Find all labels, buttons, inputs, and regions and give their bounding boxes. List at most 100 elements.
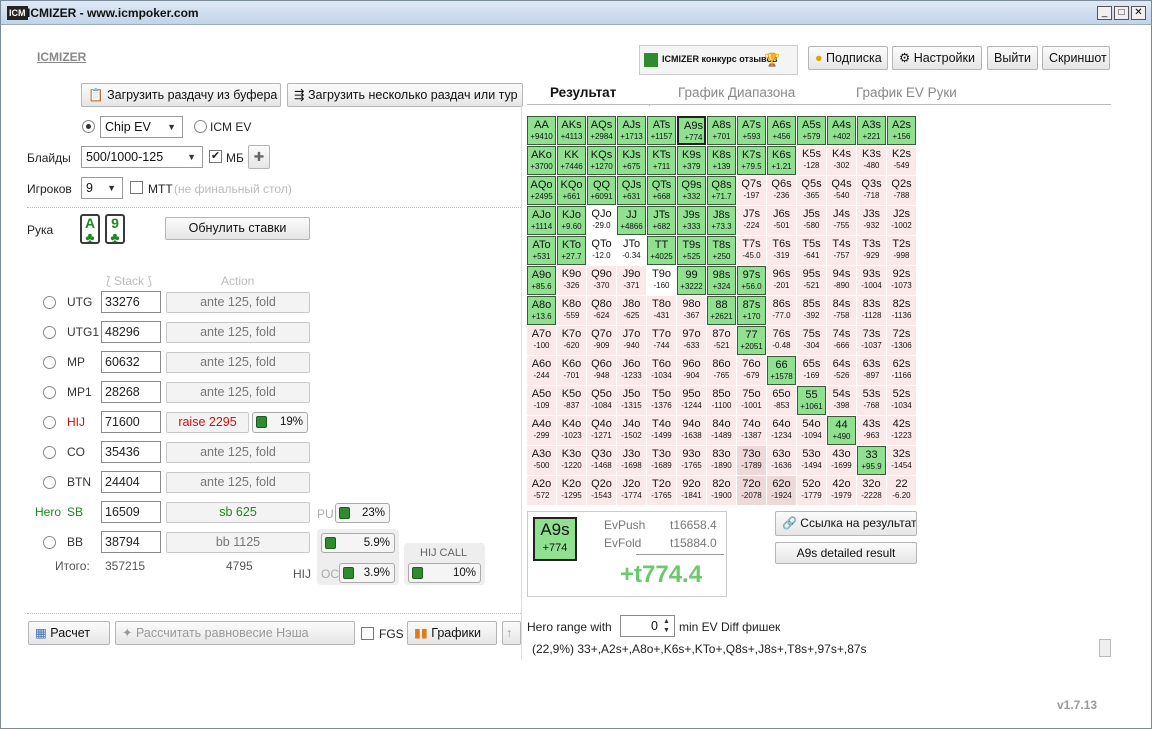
- hand-cell[interactable]: T2o -1765: [647, 476, 676, 505]
- hand-cell[interactable]: 95o -1244: [677, 386, 706, 415]
- hand-cell[interactable]: 97s +56.0: [737, 266, 766, 295]
- hand-cell[interactable]: K3s -480: [857, 146, 886, 175]
- calculate-button[interactable]: ▦ Расчет: [28, 621, 110, 645]
- hand-cell[interactable]: A7o -100: [527, 326, 556, 355]
- hand-cell[interactable]: K7o -620: [557, 326, 586, 355]
- hand-cell[interactable]: 96o -904: [677, 356, 706, 385]
- hand-cell[interactable]: 64o -1234: [767, 416, 796, 445]
- hand-cell[interactable]: Q8o -624: [587, 296, 616, 325]
- seat-radio[interactable]: [43, 416, 56, 429]
- mtt-checkbox[interactable]: [130, 181, 143, 194]
- seat-radio[interactable]: [43, 446, 56, 459]
- hand-cell[interactable]: 83s -1128: [857, 296, 886, 325]
- hand-cell[interactable]: ATo +531: [527, 236, 556, 265]
- hand-cell[interactable]: 83o -1890: [707, 446, 736, 475]
- hand-cell[interactable]: Q9s +332: [677, 176, 706, 205]
- seat-action[interactable]: ante 125, fold: [166, 442, 310, 463]
- hand-cell[interactable]: A4s +402: [827, 116, 856, 145]
- mb-checkbox[interactable]: ✔: [209, 150, 222, 163]
- charts-button[interactable]: ▮▮ Графики: [407, 621, 497, 645]
- hand-cell[interactable]: JTs +682: [647, 206, 676, 235]
- model-select[interactable]: Chip EV ▼: [100, 116, 183, 138]
- hand-cell[interactable]: QTo -12.0: [587, 236, 616, 265]
- hand-cell[interactable]: 65o -853: [767, 386, 796, 415]
- hand-cell[interactable]: A2s +156: [887, 116, 916, 145]
- hand-cell[interactable]: J8s +73.3: [707, 206, 736, 235]
- hand-cell[interactable]: 93s -1004: [857, 266, 886, 295]
- hand-cell[interactable]: 42s -1223: [887, 416, 916, 445]
- hand-cell[interactable]: J5o -1315: [617, 386, 646, 415]
- exit-button[interactable]: Выйти: [987, 46, 1038, 70]
- hand-cell[interactable]: Q9o -370: [587, 266, 616, 295]
- hand-cell[interactable]: 72s -1306: [887, 326, 916, 355]
- hand-cell[interactable]: 62o -1924: [767, 476, 796, 505]
- hand-cell[interactable]: T9s +525: [677, 236, 706, 265]
- hand-cell[interactable]: 99 +3222: [677, 266, 706, 295]
- seat-stack-input[interactable]: 60632: [101, 351, 161, 373]
- hand-cell[interactable]: A8o +13.6: [527, 296, 556, 325]
- hand-cell[interactable]: 87s +170: [737, 296, 766, 325]
- hand-cell[interactable]: TT +4025: [647, 236, 676, 265]
- hand-cell[interactable]: KJo +9.60: [557, 206, 586, 235]
- hand-cell[interactable]: T7s -45.0: [737, 236, 766, 265]
- hand-cell[interactable]: 64s -526: [827, 356, 856, 385]
- hand-cell[interactable]: AQo +2495: [527, 176, 556, 205]
- hand-cell[interactable]: 75o -1001: [737, 386, 766, 415]
- hand-cell[interactable]: AJs +1713: [617, 116, 646, 145]
- seat-stack-input[interactable]: 48296: [101, 321, 161, 343]
- oc-range-bar[interactable]: 3.9%: [339, 563, 395, 583]
- hand-cell[interactable]: J3s -932: [857, 206, 886, 235]
- hand-cell[interactable]: J4s -755: [827, 206, 856, 235]
- hand-cell[interactable]: 43o -1699: [827, 446, 856, 475]
- hand-cell[interactable]: 74s -666: [827, 326, 856, 355]
- hand-cell[interactable]: KQs +1270: [587, 146, 616, 175]
- promo-banner[interactable]: ICMIZER конкурс отзывов 🏆: [639, 45, 798, 75]
- seat-stack-input[interactable]: 71600: [101, 411, 161, 433]
- hand-cell[interactable]: A6s +456: [767, 116, 796, 145]
- hand-cell[interactable]: 76o -679: [737, 356, 766, 385]
- hand-cell[interactable]: J7s -224: [737, 206, 766, 235]
- screenshot-button[interactable]: Скриншот: [1042, 46, 1110, 70]
- minimize-button[interactable]: _: [1097, 6, 1112, 20]
- hand-cell[interactable]: QQ +6091: [587, 176, 616, 205]
- hand-cell[interactable]: A8s +701: [707, 116, 736, 145]
- hand-cell[interactable]: K4s -302: [827, 146, 856, 175]
- seat-action[interactable]: raise 2295: [166, 412, 249, 433]
- hand-cell[interactable]: ATs +1157: [647, 116, 676, 145]
- hand-cell[interactable]: 97o -633: [677, 326, 706, 355]
- hand-cell[interactable]: T6s -319: [767, 236, 796, 265]
- hand-cell[interactable]: J9o -371: [617, 266, 646, 295]
- hand-cell[interactable]: A3o -500: [527, 446, 556, 475]
- hand-cell[interactable]: 92s -1073: [887, 266, 916, 295]
- hand-cell[interactable]: KTs +711: [647, 146, 676, 175]
- hand-cell[interactable]: 54s -398: [827, 386, 856, 415]
- brand-link[interactable]: ICMIZER: [37, 50, 86, 64]
- hand-cell[interactable]: 86o -765: [707, 356, 736, 385]
- hand-cell[interactable]: 73s -1037: [857, 326, 886, 355]
- hand-cell[interactable]: T8o -431: [647, 296, 676, 325]
- seat-stack-input[interactable]: 16509: [101, 501, 161, 523]
- hand-cell[interactable]: T3s -929: [857, 236, 886, 265]
- hand-cell[interactable]: K2o -1295: [557, 476, 586, 505]
- seat-radio[interactable]: [43, 296, 56, 309]
- hand-cell[interactable]: 87o -521: [707, 326, 736, 355]
- seat-stack-input[interactable]: 38794: [101, 531, 161, 553]
- hand-cell[interactable]: 53o -1494: [797, 446, 826, 475]
- hand-cell[interactable]: QTs +668: [647, 176, 676, 205]
- hand-cell[interactable]: 44 +490: [827, 416, 856, 445]
- players-select[interactable]: 9 ▼: [81, 177, 123, 199]
- hand-cell[interactable]: J2s -1002: [887, 206, 916, 235]
- blinds-select[interactable]: 500/1000-125 ▼: [81, 146, 203, 168]
- hand-cell[interactable]: J7o -940: [617, 326, 646, 355]
- hand-cell[interactable]: 93o -1765: [677, 446, 706, 475]
- seat-action[interactable]: ante 125, fold: [166, 322, 310, 343]
- bb-range-bar[interactable]: 5.9%: [321, 533, 395, 553]
- hand-cell[interactable]: J4o -1502: [617, 416, 646, 445]
- hand-cell[interactable]: 85o -1100: [707, 386, 736, 415]
- hand-cell[interactable]: KJs +675: [617, 146, 646, 175]
- hand-cell[interactable]: A6o -244: [527, 356, 556, 385]
- hand-cell[interactable]: 84o -1489: [707, 416, 736, 445]
- hand-cell[interactable]: K5o -837: [557, 386, 586, 415]
- hand-cell[interactable]: Q7s -197: [737, 176, 766, 205]
- hand-cell[interactable]: 95s -521: [797, 266, 826, 295]
